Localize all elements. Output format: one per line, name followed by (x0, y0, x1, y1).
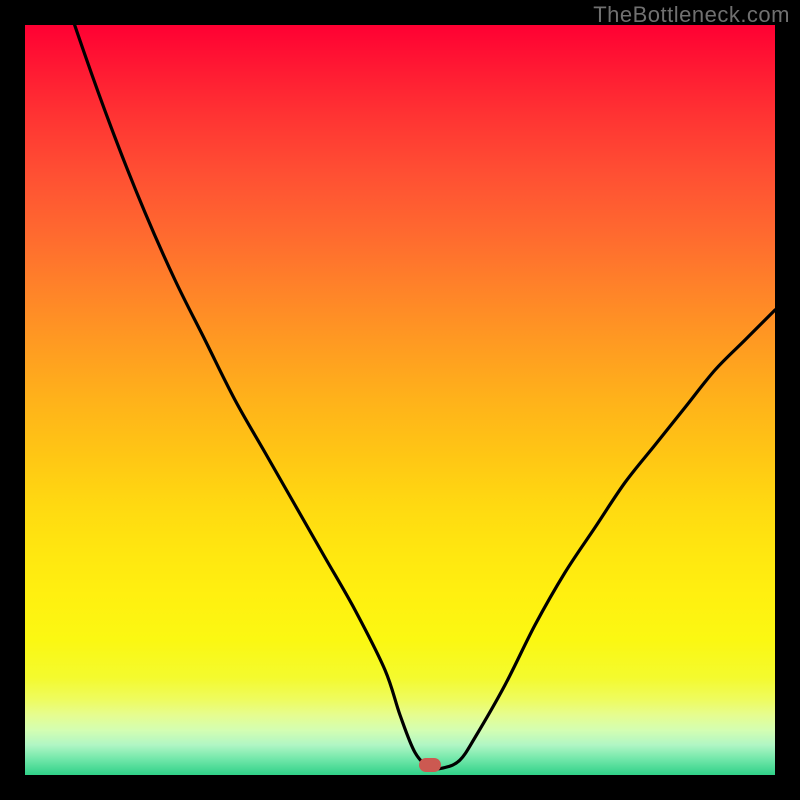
optimum-marker (419, 758, 441, 772)
watermark-text: TheBottleneck.com (593, 2, 790, 28)
plot-area (25, 25, 775, 775)
curve-path (25, 25, 775, 769)
chart-frame: TheBottleneck.com (0, 0, 800, 800)
bottleneck-curve (25, 25, 775, 775)
